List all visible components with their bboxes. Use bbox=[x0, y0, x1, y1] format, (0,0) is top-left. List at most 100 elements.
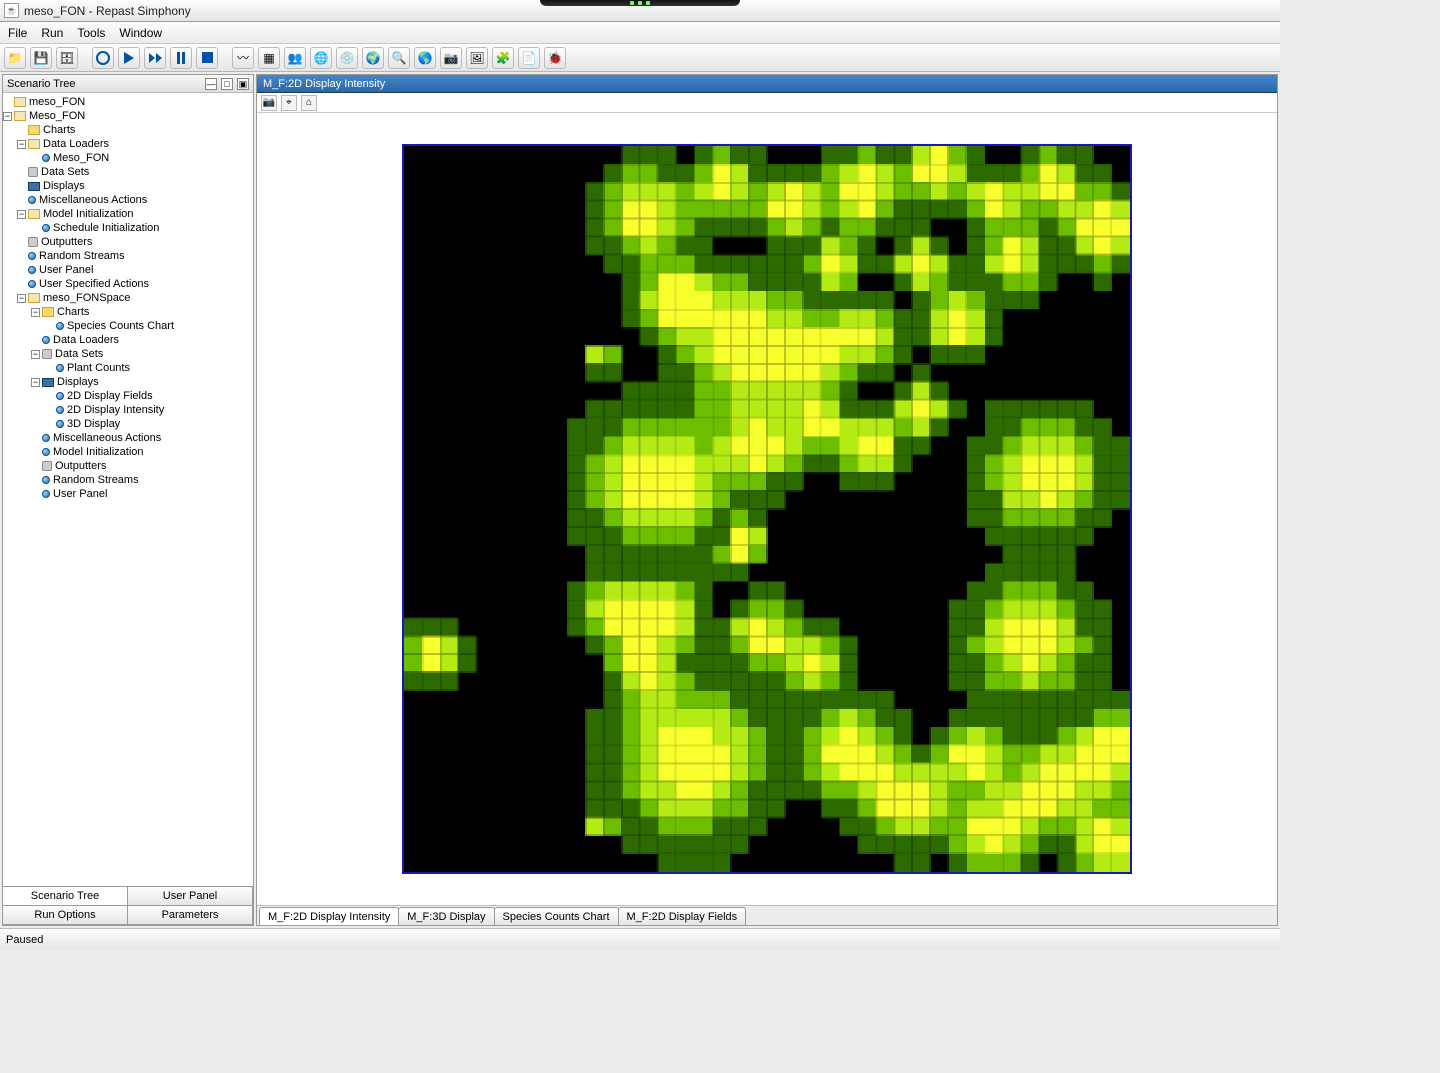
tree-node[interactable]: Meso_FON bbox=[3, 151, 253, 165]
tree-node[interactable]: Miscellaneous Actions bbox=[3, 193, 253, 207]
snapshot-icon[interactable]: 📷 bbox=[261, 95, 277, 111]
tree-node[interactable]: Random Streams bbox=[3, 249, 253, 263]
menu-window[interactable]: Window bbox=[113, 24, 168, 42]
bullet-icon bbox=[56, 364, 64, 372]
folder-icon bbox=[28, 139, 40, 149]
wave-icon[interactable]: 〰 bbox=[232, 47, 254, 69]
tree-node[interactable]: −Data Loaders bbox=[3, 137, 253, 151]
app-window: ☕ meso_FON - Repast Simphony FileRunTool… bbox=[0, 0, 1280, 950]
init-icon[interactable] bbox=[92, 47, 114, 69]
folder-icon bbox=[28, 293, 40, 303]
tree-node[interactable]: Data Sets bbox=[3, 165, 253, 179]
zoom-icon[interactable]: 🔍 bbox=[388, 47, 410, 69]
folder-icon bbox=[14, 97, 26, 107]
globe-blue-icon[interactable]: 🌐 bbox=[310, 47, 332, 69]
minimize-icon[interactable]: — bbox=[205, 78, 217, 90]
menu-run[interactable]: Run bbox=[35, 24, 69, 42]
tree-node-label: Data Sets bbox=[41, 166, 89, 178]
sidebar-tab-run-options[interactable]: Run Options bbox=[2, 905, 128, 925]
tree-node[interactable]: Model Initialization bbox=[3, 445, 253, 459]
tree-node[interactable]: meso_FON bbox=[3, 95, 253, 109]
menu-tools[interactable]: Tools bbox=[71, 24, 111, 42]
db-icon bbox=[42, 349, 52, 359]
tree-node[interactable]: Displays bbox=[3, 179, 253, 193]
bullet-icon bbox=[28, 266, 36, 274]
display-tab-3[interactable]: M_F:2D Display Fields bbox=[618, 907, 747, 925]
menu-file[interactable]: File bbox=[2, 24, 33, 42]
tree-node[interactable]: 2D Display Fields bbox=[3, 389, 253, 403]
pause-icon[interactable] bbox=[170, 47, 192, 69]
sidebar-tab-parameters[interactable]: Parameters bbox=[127, 905, 253, 925]
play-icon[interactable] bbox=[118, 47, 140, 69]
bullet-icon bbox=[42, 336, 50, 344]
tree-node[interactable]: Charts bbox=[3, 123, 253, 137]
float-icon[interactable]: ▣ bbox=[237, 78, 249, 90]
expander-icon[interactable]: − bbox=[31, 308, 40, 317]
open-icon[interactable]: 📁 bbox=[4, 47, 26, 69]
tree-node[interactable]: User Specified Actions bbox=[3, 277, 253, 291]
expander-icon[interactable]: − bbox=[31, 378, 40, 387]
sidebar-tab-scenario-tree[interactable]: Scenario Tree bbox=[2, 886, 128, 906]
tree-node[interactable]: −Displays bbox=[3, 375, 253, 389]
titlebar[interactable]: ☕ meso_FON - Repast Simphony bbox=[0, 0, 1280, 22]
bullet-icon bbox=[42, 434, 50, 442]
stop-icon[interactable] bbox=[196, 47, 218, 69]
layout-icon[interactable]: 🧩 bbox=[492, 47, 514, 69]
tree-node-label: Random Streams bbox=[39, 250, 125, 262]
display-tab-0[interactable]: M_F:2D Display Intensity bbox=[259, 907, 399, 925]
tree-node[interactable]: −Model Initialization bbox=[3, 207, 253, 221]
world-icon[interactable]: 🌎 bbox=[414, 47, 436, 69]
display-tab-1[interactable]: M_F:3D Display bbox=[398, 907, 494, 925]
simulation-viewport[interactable] bbox=[402, 144, 1132, 874]
globe-icon[interactable]: 🌍 bbox=[362, 47, 384, 69]
tree-node[interactable]: User Panel bbox=[3, 263, 253, 277]
tree-node-label: Schedule Initialization bbox=[53, 222, 159, 234]
tree-node[interactable]: −Data Sets bbox=[3, 347, 253, 361]
tree-node[interactable]: Plant Counts bbox=[3, 361, 253, 375]
tree-node[interactable]: User Panel bbox=[3, 487, 253, 501]
sheet-icon[interactable]: 📄 bbox=[518, 47, 540, 69]
home-icon[interactable]: ⌂ bbox=[301, 95, 317, 111]
display-content[interactable] bbox=[257, 113, 1277, 905]
tree-node[interactable]: −Charts bbox=[3, 305, 253, 319]
tree-node[interactable]: Miscellaneous Actions bbox=[3, 431, 253, 445]
expander-icon[interactable]: − bbox=[31, 350, 40, 359]
bullet-icon bbox=[42, 490, 50, 498]
save-icon[interactable]: 💾 bbox=[30, 47, 52, 69]
expander-icon[interactable]: − bbox=[3, 112, 12, 121]
tree-node[interactable]: Data Loaders bbox=[3, 333, 253, 347]
display-tab-2[interactable]: Species Counts Chart bbox=[494, 907, 619, 925]
panel-header: Scenario Tree — □ ▣ bbox=[3, 75, 253, 93]
step-icon[interactable] bbox=[144, 47, 166, 69]
expander-icon[interactable]: − bbox=[17, 140, 26, 149]
camera-icon[interactable]: 📷 bbox=[440, 47, 462, 69]
picture-icon[interactable]: 🖼 bbox=[466, 47, 488, 69]
tree-node[interactable]: Species Counts Chart bbox=[3, 319, 253, 333]
disc-icon[interactable]: 💿 bbox=[336, 47, 358, 69]
agents-icon[interactable]: 👥 bbox=[284, 47, 306, 69]
sidebar-tab-user-panel[interactable]: User Panel bbox=[127, 886, 253, 906]
bullet-icon bbox=[56, 322, 64, 330]
tree-node[interactable]: 3D Display bbox=[3, 417, 253, 431]
display-frame-title[interactable]: M_F:2D Display Intensity bbox=[257, 75, 1277, 93]
pointer-icon[interactable]: ⌖ bbox=[281, 95, 297, 111]
tree-node[interactable]: Outputters bbox=[3, 459, 253, 473]
tree-node[interactable]: Random Streams bbox=[3, 473, 253, 487]
grid-icon[interactable]: ▦ bbox=[258, 47, 280, 69]
database-icon[interactable]: 🗄 bbox=[56, 47, 78, 69]
tree-node[interactable]: −meso_FONSpace bbox=[3, 291, 253, 305]
tree-node-label: Plant Counts bbox=[67, 362, 130, 374]
tree-node[interactable]: −Meso_FON bbox=[3, 109, 253, 123]
display-frame-title-text: M_F:2D Display Intensity bbox=[263, 78, 385, 90]
maximize-icon[interactable]: □ bbox=[221, 78, 233, 90]
bullet-icon bbox=[56, 392, 64, 400]
tree-body[interactable]: meso_FON−Meso_FONCharts−Data LoadersMeso… bbox=[3, 93, 253, 886]
main-area: Scenario Tree — □ ▣ meso_FON−Meso_FONCha… bbox=[0, 72, 1280, 928]
tree-node[interactable]: 2D Display Intensity bbox=[3, 403, 253, 417]
bug-icon[interactable]: 🐞 bbox=[544, 47, 566, 69]
tree-node[interactable]: Schedule Initialization bbox=[3, 221, 253, 235]
tree-node[interactable]: Outputters bbox=[3, 235, 253, 249]
expander-icon[interactable]: − bbox=[17, 210, 26, 219]
expander-icon[interactable]: − bbox=[17, 294, 26, 303]
bullet-icon bbox=[28, 280, 36, 288]
